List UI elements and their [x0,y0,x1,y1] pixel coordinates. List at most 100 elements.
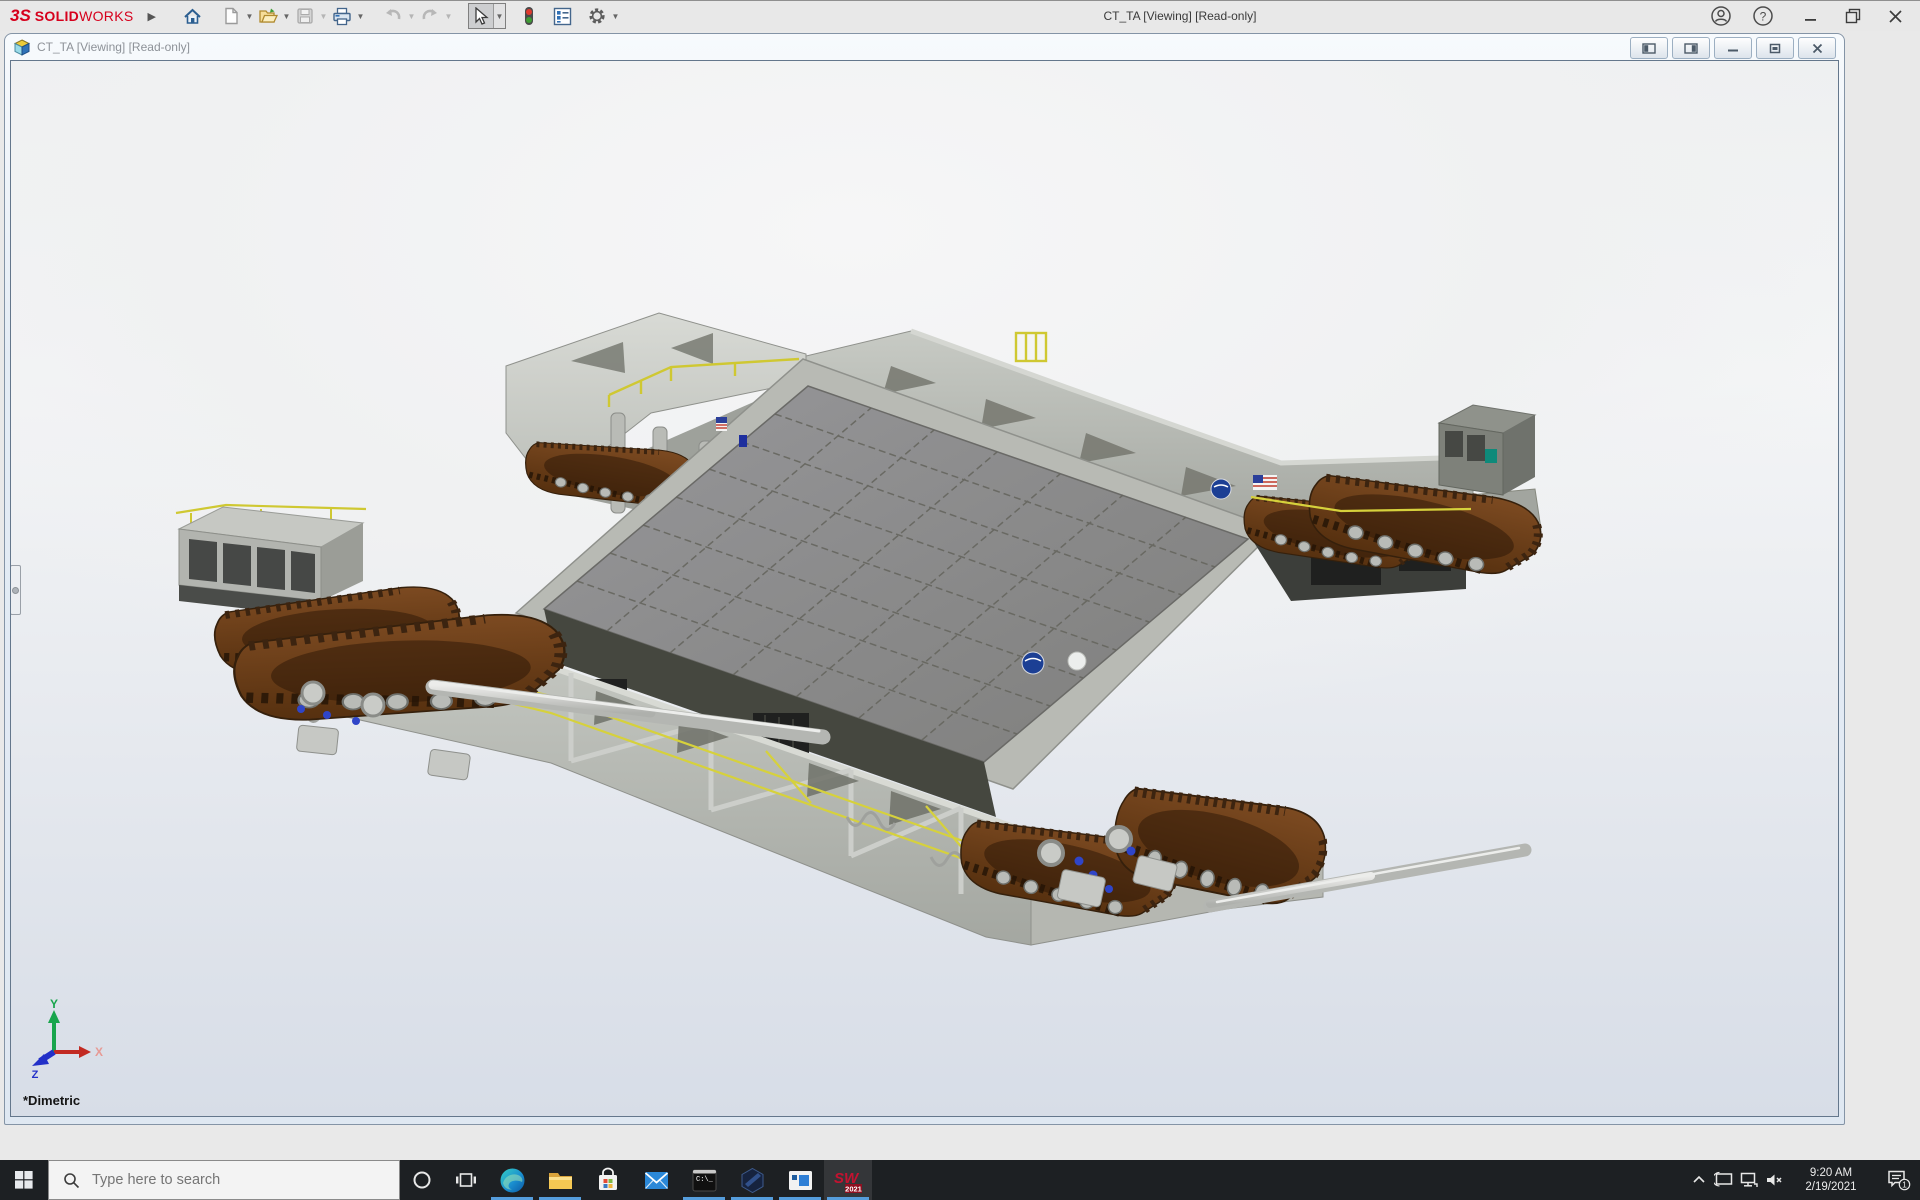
tray-cast-button[interactable] [1711,1160,1736,1200]
open-button[interactable] [255,3,281,29]
doc-close-icon [1812,43,1823,54]
solidworks-logo-solid: SOLID [35,8,79,24]
redo-dropdown[interactable]: ▼ [443,4,454,28]
taskbar-app-command-prompt[interactable]: C:\_ [680,1160,728,1200]
new-document-dropdown[interactable]: ▼ [244,4,255,28]
triad-y-label: Y [50,997,58,1011]
undo-dropdown[interactable]: ▼ [406,4,417,28]
chevron-up-icon [1691,1172,1707,1188]
doc-restore-button[interactable] [1756,37,1794,59]
print-icon [332,7,352,26]
tray-clock[interactable]: 9:20 AM 2/19/2021 [1792,1166,1870,1194]
sw-year: 2021 [845,1185,862,1194]
print-button[interactable] [329,3,355,29]
account-icon [1710,5,1732,27]
rebuild-button[interactable] [516,3,542,29]
open-dropdown[interactable]: ▼ [281,4,292,28]
view-orientation-label: *Dimetric [23,1093,80,1108]
doc-minimize-button[interactable] [1714,37,1752,59]
minimize-button[interactable] [1796,3,1826,29]
file-properties-button[interactable] [550,3,576,29]
doc-pane-left-button[interactable] [1630,37,1668,59]
nasa-banner-decal [739,435,747,447]
solidworks-logo: 3S SOLID WORKS [10,6,133,26]
taskbar-app-edrawings[interactable] [728,1160,776,1200]
document-titlebar[interactable]: CT_TA [Viewing] [Read-only] [5,34,1844,60]
action-center-button[interactable]: 1 [1876,1160,1920,1200]
save-button[interactable] [292,3,318,29]
save-icon [296,7,314,25]
windows-logo-icon [15,1171,33,1189]
notification-badge: 1 [1902,1180,1907,1190]
select-tool-dropdown[interactable]: ▼ [493,4,505,28]
select-tool-button[interactable] [469,4,493,28]
menu-flyout-arrow[interactable]: ▶ [147,10,155,23]
help-button[interactable]: ? [1748,3,1778,29]
solidworks-logo-works: WORKS [79,8,133,24]
orientation-triad: Y X Z [27,996,113,1080]
windows-taskbar: C:\_ SW 2021 [0,1160,1920,1200]
rear-cab [1439,405,1535,495]
command-prompt-icon: C:\_ [691,1167,718,1194]
taskbar-app-solidworks[interactable]: SW 2021 [824,1160,872,1200]
cortana-button[interactable] [400,1160,444,1200]
restore-button[interactable] [1838,3,1868,29]
cmd-label: C:\_ [696,1176,714,1184]
home-icon [183,7,202,26]
rebuild-traffic-light-icon [523,6,535,26]
options-gear-icon [587,6,607,26]
taskbar-app-remote-window[interactable] [776,1160,824,1200]
nasa-meatball-decal-2 [1211,479,1231,499]
edge-icon [499,1167,526,1194]
pane-left-icon [1642,43,1656,54]
doc-restore-icon [1769,43,1781,54]
file-properties-icon [553,7,572,26]
task-view-icon [455,1171,477,1189]
tray-network-button[interactable] [1736,1160,1761,1200]
undo-button[interactable] [380,3,406,29]
file-explorer-icon [547,1167,574,1194]
home-button[interactable] [180,3,206,29]
taskbar-app-mail[interactable] [632,1160,680,1200]
triad-z-label: Z [32,1069,39,1080]
desktop: 3S SOLID WORKS ▶ ▼ [0,0,1920,1200]
start-button[interactable] [0,1160,48,1200]
search-input[interactable] [90,1171,364,1189]
feature-panel-splitter[interactable] [10,565,21,615]
remote-window-icon [787,1167,814,1194]
taskbar-app-file-explorer[interactable] [536,1160,584,1200]
solidworks-logo-mark: 3S [10,6,31,26]
select-tool-pressed: ▼ [468,3,506,29]
volume-muted-icon [1764,1171,1784,1189]
new-document-button[interactable] [218,3,244,29]
network-icon [1739,1171,1759,1189]
taskbar-app-store[interactable] [584,1160,632,1200]
tray-volume-button[interactable] [1761,1160,1786,1200]
taskbar-search[interactable] [48,1160,400,1200]
close-button[interactable] [1880,3,1910,29]
tray-chevron-button[interactable] [1686,1160,1711,1200]
doc-pane-right-button[interactable] [1672,37,1710,59]
tray-date: 2/19/2021 [1792,1180,1870,1194]
redo-button[interactable] [417,3,443,29]
3d-model-crawler-transporter[interactable] [11,61,1839,1113]
tray-time: 9:20 AM [1792,1166,1870,1180]
app-title: CT_TA [Viewing] [Read-only] [1020,9,1340,23]
open-icon [258,7,278,25]
save-dropdown[interactable]: ▼ [318,4,329,28]
triad-x-label: X [95,1045,103,1059]
doc-close-button[interactable] [1798,37,1836,59]
document-title: CT_TA [Viewing] [Read-only] [37,40,190,54]
task-view-button[interactable] [444,1160,488,1200]
edrawings-icon [739,1167,766,1194]
account-button[interactable] [1706,3,1736,29]
options-dropdown[interactable]: ▼ [610,4,621,28]
undo-icon [383,8,403,24]
mail-icon [643,1167,670,1194]
options-button[interactable] [584,3,610,29]
print-dropdown[interactable]: ▼ [355,4,366,28]
taskbar-app-edge[interactable] [488,1160,536,1200]
search-icon [63,1172,80,1189]
graphics-area[interactable]: Y X Z *Dimetric [10,60,1839,1117]
cortana-icon [412,1170,432,1190]
